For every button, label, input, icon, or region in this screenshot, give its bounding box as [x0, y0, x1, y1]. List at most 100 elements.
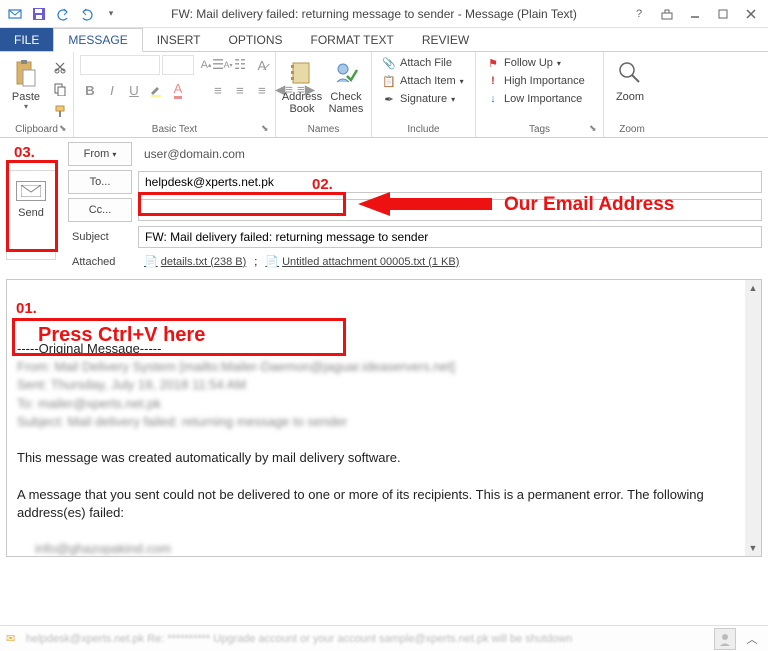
tab-options[interactable]: OPTIONS: [215, 28, 297, 51]
tab-file[interactable]: FILE: [0, 28, 53, 51]
font-size-select[interactable]: [162, 55, 194, 75]
clipboard-launcher[interactable]: ⬊: [59, 123, 71, 135]
fail-addr: info@ghazopakind.com: [17, 540, 751, 557]
compose-area: Send From ▾ user@domain.com To... Cc... …: [0, 138, 768, 275]
align-left-icon[interactable]: ≡: [208, 80, 228, 100]
quick-access-toolbar: ▾: [4, 3, 122, 25]
app-icon[interactable]: [4, 3, 26, 25]
highlight-icon[interactable]: [146, 80, 166, 100]
redo-icon[interactable]: [76, 3, 98, 25]
attach-file-button[interactable]: 📎Attach File: [378, 55, 468, 71]
align-right-icon[interactable]: ≡: [252, 80, 272, 100]
tags-launcher[interactable]: ⬊: [589, 123, 601, 135]
message-body[interactable]: -----Original Message----- From: Mail De…: [7, 280, 761, 557]
group-zoom: Zoom Zoom: [604, 52, 660, 137]
tab-insert[interactable]: INSERT: [143, 28, 215, 51]
body-para1: This message was created automatically b…: [17, 449, 751, 467]
tab-message[interactable]: MESSAGE: [53, 28, 142, 52]
signature-button[interactable]: ✒Signature ▾: [378, 91, 468, 107]
toggle-pane-icon[interactable]: ︿: [742, 631, 762, 647]
follow-up-button[interactable]: ⚑Follow Up ▾: [482, 55, 589, 71]
subject-label: Subject: [68, 231, 132, 243]
to-button[interactable]: To...: [68, 170, 132, 194]
format-painter-icon[interactable]: [50, 101, 70, 121]
bullets-icon[interactable]: ☰: [208, 55, 228, 75]
high-importance-button[interactable]: !High Importance: [482, 73, 589, 89]
from-button[interactable]: From ▾: [68, 142, 132, 166]
exclaim-icon: !: [486, 74, 500, 88]
orig-from: From: Mail Delivery System [mailto:Maile…: [17, 358, 751, 376]
check-names-icon: [330, 57, 362, 89]
zoom-label: Zoom: [616, 91, 644, 103]
group-clipboard: Paste ▾ Clipboard ⬊: [0, 52, 74, 137]
group-names: Address Book Check Names Names: [276, 52, 372, 137]
window-title: FW: Mail delivery failed: returning mess…: [122, 7, 626, 21]
group-label-basic-text: Basic Text: [74, 122, 275, 137]
cc-input[interactable]: [138, 199, 762, 221]
maximize-icon[interactable]: [710, 4, 736, 24]
address-book-label: Address Book: [282, 91, 322, 115]
orig-msg-header: -----Original Message-----: [17, 340, 751, 358]
underline-button[interactable]: U: [124, 80, 144, 100]
font-family-select[interactable]: [80, 55, 160, 75]
scroll-down-icon[interactable]: ▼: [745, 540, 761, 556]
zoom-button[interactable]: Zoom: [610, 55, 650, 105]
from-value: user@domain.com: [138, 144, 762, 164]
numbering-icon[interactable]: ☷: [230, 55, 250, 75]
tab-review[interactable]: REVIEW: [408, 28, 483, 51]
flag-icon: ⚑: [486, 56, 500, 70]
orig-to: To: mailer@xperts.net.pk: [17, 395, 751, 413]
low-importance-button[interactable]: ↓Low Importance: [482, 91, 589, 107]
status-bar: ✉ helpdesk@xperts.net.pk Re: ********** …: [0, 625, 768, 651]
group-tags: ⚑Follow Up ▾ !High Importance ↓Low Impor…: [476, 52, 604, 137]
basictext-launcher[interactable]: ⬊: [261, 123, 273, 135]
body-scrollbar[interactable]: ▲ ▼: [745, 280, 761, 556]
down-arrow-icon: ↓: [486, 92, 500, 106]
attach-item-button[interactable]: 📋Attach Item ▾: [378, 73, 468, 89]
compose-fields: From ▾ user@domain.com To... Cc... Subje…: [68, 142, 762, 271]
check-names-button[interactable]: Check Names: [326, 55, 366, 117]
help-icon[interactable]: ?: [626, 4, 652, 24]
save-icon[interactable]: [28, 3, 50, 25]
scroll-up-icon[interactable]: ▲: [745, 280, 761, 296]
body-para2: A message that you sent could not be del…: [17, 486, 751, 522]
title-bar: ▾ FW: Mail delivery failed: returning me…: [0, 0, 768, 28]
group-label-names: Names: [276, 122, 371, 137]
tab-format-text[interactable]: FORMAT TEXT: [297, 28, 408, 51]
close-icon[interactable]: [738, 4, 764, 24]
attachment-1[interactable]: 📄details.txt (238 B): [144, 255, 246, 268]
align-center-icon[interactable]: ≡: [230, 80, 250, 100]
group-label-include: Include: [372, 122, 475, 137]
cc-button[interactable]: Cc...: [68, 198, 132, 222]
envelope-icon: ✉: [6, 632, 20, 646]
attached-label: Attached: [68, 256, 132, 268]
undo-icon[interactable]: [52, 3, 74, 25]
file-icon: 📄: [144, 255, 158, 268]
attachment-2[interactable]: 📄Untitled attachment 00005.txt (1 KB): [265, 255, 459, 268]
send-button[interactable]: Send: [6, 170, 56, 260]
qat-dropdown-icon[interactable]: ▾: [100, 3, 122, 25]
window-controls: ?: [626, 4, 764, 24]
cut-icon[interactable]: [50, 57, 70, 77]
paste-button[interactable]: Paste ▾: [6, 55, 46, 114]
to-input[interactable]: [138, 171, 762, 193]
group-label-zoom: Zoom: [604, 122, 660, 137]
zoom-icon: [614, 57, 646, 89]
italic-button[interactable]: I: [102, 80, 122, 100]
ribbon-options-icon[interactable]: [654, 4, 680, 24]
check-names-label: Check Names: [329, 91, 364, 115]
subject-input[interactable]: [138, 226, 762, 248]
avatar[interactable]: [714, 628, 736, 650]
bold-button[interactable]: B: [80, 80, 100, 100]
font-color-icon[interactable]: A: [168, 80, 188, 100]
group-include: 📎Attach File 📋Attach Item ▾ ✒Signature ▾…: [372, 52, 476, 137]
group-label-tags: Tags: [476, 122, 603, 137]
address-book-button[interactable]: Address Book: [282, 55, 322, 117]
minimize-icon[interactable]: [682, 4, 708, 24]
clear-format-icon[interactable]: A̷: [252, 55, 272, 75]
ribbon-tabs: FILE MESSAGE INSERT OPTIONS FORMAT TEXT …: [0, 28, 768, 52]
paste-icon: [10, 57, 42, 89]
orig-subject: Subject: Mail delivery failed: returning…: [17, 413, 751, 431]
group-basic-text: A▴ A▾ B I U A ☰ ☷ A̷ ≡ ≡ ≡ ◀≡ ≡▶: [74, 52, 276, 137]
copy-icon[interactable]: [50, 79, 70, 99]
